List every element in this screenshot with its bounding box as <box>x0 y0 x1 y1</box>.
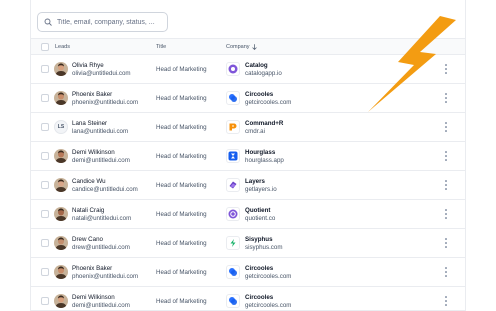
layers-logo-icon <box>226 178 240 192</box>
company-url: sisyphus.com <box>245 244 283 251</box>
lightning-bolt-icon <box>368 16 456 112</box>
column-header-company[interactable]: Company <box>226 44 257 50</box>
lead-name: Olivia Rhye <box>72 62 104 69</box>
lead-title: Head of Marketing <box>156 298 207 305</box>
column-header-leads[interactable]: Leads <box>55 44 70 50</box>
lead-name: Phoenix Baker <box>72 91 113 98</box>
commandr-logo-icon <box>226 120 240 134</box>
avatar <box>54 178 68 192</box>
more-vertical-icon[interactable] <box>443 209 449 219</box>
avatar <box>54 91 68 105</box>
quotient-logo-icon <box>226 207 240 221</box>
table-row[interactable]: Phoenix Baker phoenix@untitledui.com Head … <box>31 258 465 287</box>
lead-name: Demi Wilkinson <box>72 294 115 301</box>
search-icon <box>44 18 52 26</box>
company-url: getcircooles.com <box>245 273 292 280</box>
table-row[interactable]: Demi Wilkinson demi@untitledui.com Head of… <box>31 142 465 171</box>
row-checkbox[interactable] <box>41 65 49 73</box>
company-name: Circooles <box>245 294 274 301</box>
more-vertical-icon[interactable] <box>443 267 449 277</box>
lead-name: Drew Cano <box>72 236 103 243</box>
lead-email: drew@untitledui.com <box>72 244 130 251</box>
company-name: Layers <box>245 178 265 185</box>
lead-email: lana@untitledui.com <box>72 128 129 135</box>
column-header-company-label: Company <box>226 44 250 50</box>
table-row[interactable]: Demi Wilkinson demi@untitledui.com Head of… <box>31 287 465 310</box>
more-vertical-icon[interactable] <box>443 296 449 306</box>
row-checkbox[interactable] <box>41 239 49 247</box>
row-checkbox[interactable] <box>41 210 49 218</box>
lead-email: phoenix@untitledui.com <box>72 99 139 106</box>
more-vertical-icon[interactable] <box>443 151 449 161</box>
table-row[interactable]: Candice Wu candice@untitledui.com Head of … <box>31 171 465 200</box>
sisyphus-logo-icon <box>226 236 240 250</box>
lead-email: demi@untitledui.com <box>72 302 130 309</box>
avatar: LS <box>54 120 68 134</box>
company-name: Sisyphus <box>245 236 273 243</box>
lead-name: Natali Craig <box>72 207 105 214</box>
lead-name: Lana Steiner <box>72 120 108 127</box>
company-name: Command+R <box>245 120 284 127</box>
company-name: Quotient <box>245 207 271 214</box>
table-row[interactable]: LS Lana Steiner lana@untitledui.com Head of… <box>31 113 465 142</box>
avatar <box>54 149 68 163</box>
lead-name: Candice Wu <box>72 178 106 185</box>
select-all-checkbox[interactable] <box>41 43 49 51</box>
lead-email: candice@untitledui.com <box>72 186 138 193</box>
lead-email: natali@untitledui.com <box>72 215 132 222</box>
lead-title: Head of Marketing <box>156 240 207 247</box>
company-url: cmdr.ai <box>245 128 265 135</box>
avatar <box>54 62 68 76</box>
search-input[interactable] <box>57 18 162 26</box>
circooles-logo-icon <box>226 294 240 308</box>
row-checkbox[interactable] <box>41 181 49 189</box>
search-field[interactable] <box>37 12 168 32</box>
circooles-logo-icon <box>226 265 240 279</box>
lead-title: Head of Marketing <box>156 124 207 131</box>
avatar <box>54 207 68 221</box>
lead-name: Demi Wilkinson <box>72 149 115 156</box>
lead-title: Head of Marketing <box>156 153 207 160</box>
company-url: catalogapp.io <box>245 70 282 77</box>
row-checkbox[interactable] <box>41 94 49 102</box>
row-checkbox[interactable] <box>41 152 49 160</box>
arrow-down-icon <box>251 44 257 50</box>
company-name: Circooles <box>245 91 274 98</box>
avatar <box>54 294 68 308</box>
lead-title: Head of Marketing <box>156 95 207 102</box>
company-url: hourglass.app <box>245 157 284 164</box>
more-vertical-icon[interactable] <box>443 122 449 132</box>
circooles-logo-icon <box>226 91 240 105</box>
row-checkbox[interactable] <box>41 123 49 131</box>
lead-title: Head of Marketing <box>156 211 207 218</box>
lead-email: demi@untitledui.com <box>72 157 130 164</box>
company-name: Catalog <box>245 62 268 69</box>
lead-title: Head of Marketing <box>156 182 207 189</box>
avatar <box>54 236 68 250</box>
row-checkbox[interactable] <box>41 297 49 305</box>
catalog-logo-icon <box>226 62 240 76</box>
company-name: Circooles <box>245 265 274 272</box>
lead-email: olivia@untitledui.com <box>72 70 131 77</box>
more-vertical-icon[interactable] <box>443 238 449 248</box>
table-row[interactable]: Natali Craig natali@untitledui.com Head of… <box>31 200 465 229</box>
column-header-title[interactable]: Title <box>156 44 166 50</box>
table-row[interactable]: Drew Cano drew@untitledui.com Head of Mark… <box>31 229 465 258</box>
company-url: quotient.co <box>245 215 276 222</box>
company-url: getcircooles.com <box>245 99 292 106</box>
avatar-initials: LS <box>57 124 65 130</box>
lead-name: Phoenix Baker <box>72 265 113 272</box>
row-checkbox[interactable] <box>41 268 49 276</box>
company-url: getlayers.io <box>245 186 277 193</box>
company-name: Hourglass <box>245 149 276 156</box>
avatar <box>54 265 68 279</box>
lead-title: Head of Marketing <box>156 269 207 276</box>
hourglass-logo-icon <box>226 149 240 163</box>
company-url: getcircooles.com <box>245 302 292 309</box>
more-vertical-icon[interactable] <box>443 180 449 190</box>
lead-title: Head of Marketing <box>156 66 207 73</box>
lead-email: phoenix@untitledui.com <box>72 273 139 280</box>
